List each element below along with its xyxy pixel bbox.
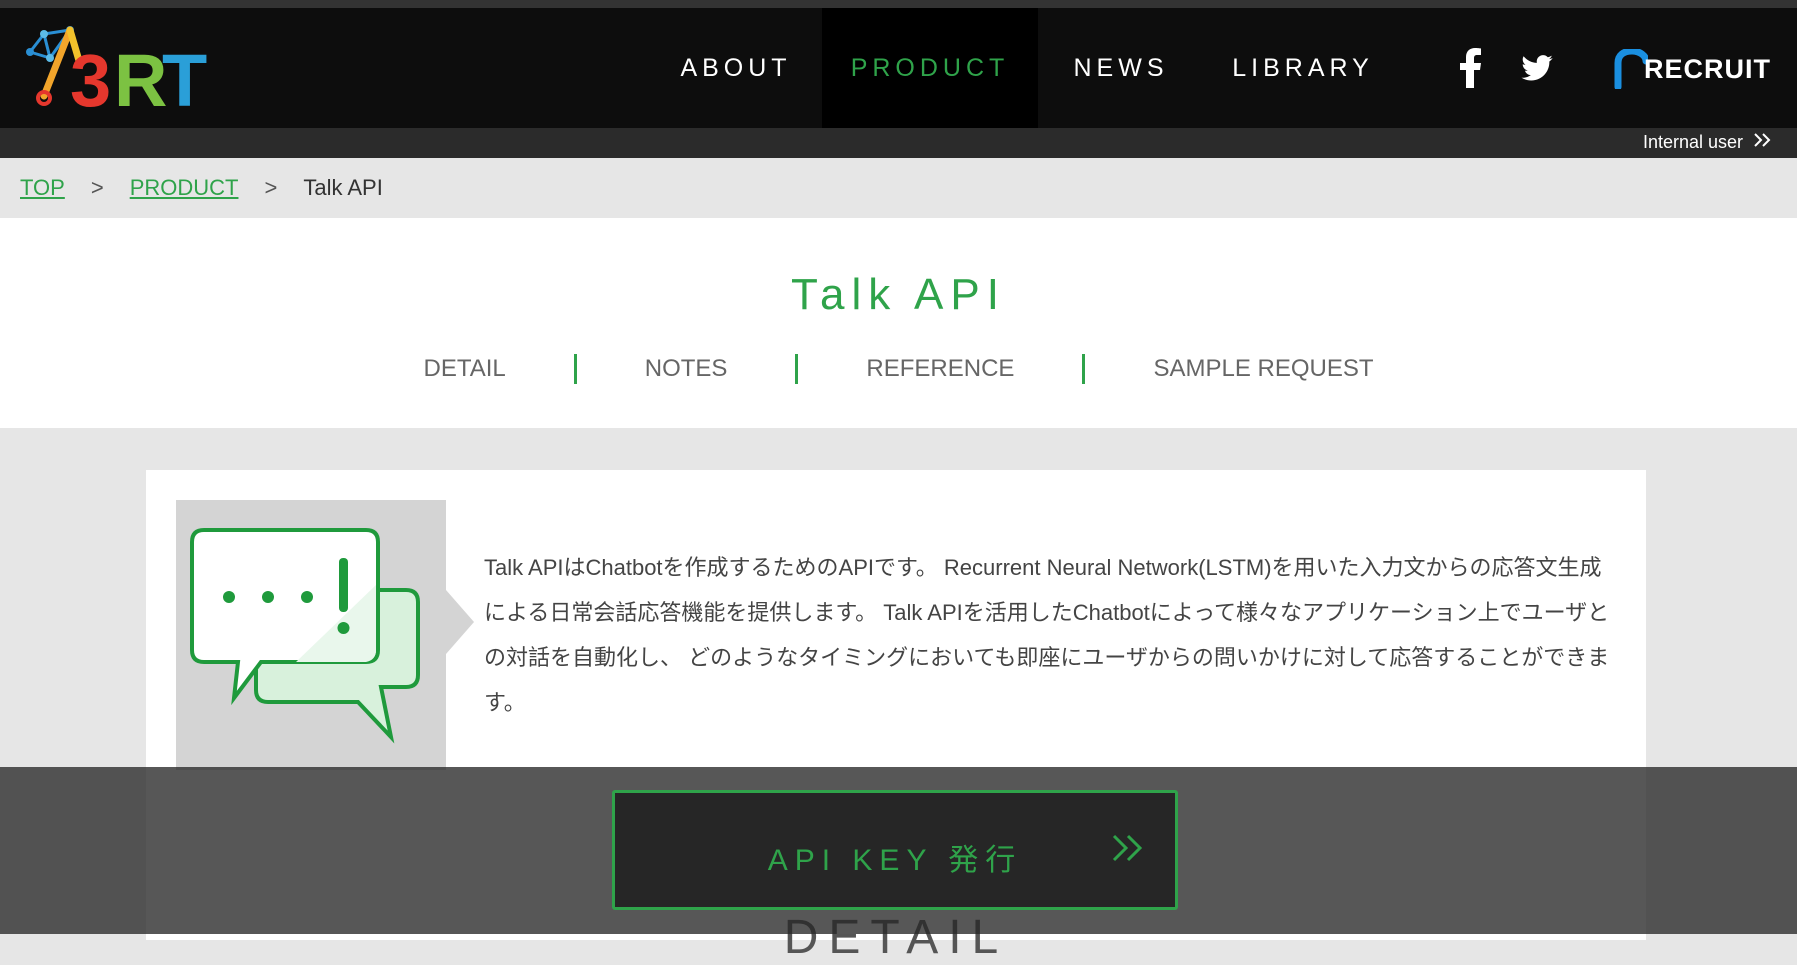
- breadcrumb-separator: >: [264, 175, 278, 200]
- tab-divider: [1082, 354, 1086, 384]
- utility-bar: Internal user: [0, 128, 1797, 158]
- internal-user-label: Internal user: [1642, 132, 1743, 152]
- thumbnail-pointer: [446, 590, 474, 654]
- breadcrumb: TOP > PRODUCT > Talk API: [0, 158, 1797, 218]
- tab-divider: [573, 354, 577, 384]
- breadcrumb-top-link[interactable]: TOP: [20, 175, 65, 201]
- facebook-icon[interactable]: [1454, 48, 1488, 88]
- breadcrumb-product-link[interactable]: PRODUCT: [130, 175, 239, 201]
- api-key-issue-button[interactable]: API KEY 発行: [612, 790, 1178, 910]
- tab-divider: [795, 354, 799, 384]
- nav-item-library[interactable]: LIBRARY: [1204, 8, 1402, 128]
- internal-user-link[interactable]: Internal user: [1643, 132, 1773, 153]
- recruit-logo[interactable]: RECRUIT: [1614, 48, 1771, 90]
- double-chevron-right-icon: [1111, 833, 1145, 868]
- top-stripe: [0, 0, 1797, 8]
- nav-item-product[interactable]: PRODUCT: [822, 8, 1038, 128]
- a3rt-logo[interactable]: 3 R T: [22, 24, 212, 122]
- product-description: Talk APIはChatbotを作成するためのAPIです。 Recurrent…: [484, 555, 1610, 715]
- chat-bubbles-icon: [190, 528, 420, 744]
- tab-notes[interactable]: NOTES: [641, 355, 732, 383]
- product-thumbnail: [176, 500, 446, 770]
- section-tabs: DETAIL NOTES REFERENCE SAMPLE REQUEST: [0, 354, 1797, 384]
- api-key-button-label: API KEY 発行: [767, 844, 1023, 877]
- svg-text:3: 3: [70, 39, 111, 118]
- double-chevron-right-icon: [1753, 132, 1773, 153]
- tab-detail[interactable]: DETAIL: [419, 355, 509, 383]
- title-section: Talk API DETAIL NOTES REFERENCE SAMPLE R…: [0, 218, 1797, 428]
- breadcrumb-separator: >: [90, 175, 104, 200]
- nav-item-about[interactable]: ABOUT: [650, 8, 822, 128]
- svg-text:T: T: [162, 39, 207, 118]
- svg-text:R: R: [114, 39, 167, 118]
- page-title: Talk API: [791, 270, 1006, 319]
- tab-reference[interactable]: REFERENCE: [862, 355, 1018, 383]
- recruit-wordmark: RECRUIT: [1644, 53, 1771, 84]
- breadcrumb-current: Talk API: [303, 175, 383, 200]
- tab-sample-request[interactable]: SAMPLE REQUEST: [1149, 355, 1377, 383]
- site-header: 3 R T ABOUT PRODUCT NEWS LIBRARY RECRUIT: [0, 8, 1797, 128]
- nav-item-news[interactable]: NEWS: [1038, 8, 1204, 128]
- twitter-icon[interactable]: [1520, 48, 1554, 88]
- main-nav: ABOUT PRODUCT NEWS LIBRARY: [650, 8, 1402, 128]
- social-links: [1454, 48, 1554, 88]
